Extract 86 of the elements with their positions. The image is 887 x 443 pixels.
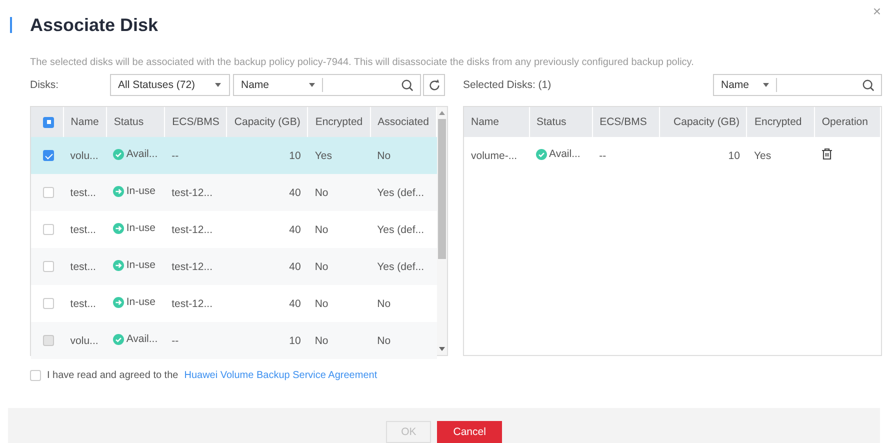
select-all-checkbox[interactable] [43,116,54,128]
disks-label: Disks: [30,79,60,91]
table-cell: 40 [289,224,301,236]
delete-icon[interactable] [821,148,834,160]
row-checkbox[interactable] [43,261,54,272]
selected-disks-label: Selected Disks: (1) [463,79,552,91]
refresh-button[interactable] [423,74,445,96]
status-text: In-use [113,185,156,198]
status-text: In-use [113,259,156,272]
table-cell: No [377,334,391,346]
table-cell: test... [70,298,96,310]
search-field[interactable]: Name [233,74,421,96]
column-header: Operation [822,116,868,128]
check-circle-icon [113,148,124,160]
column-header: ECS/BMS [172,116,220,128]
arrow-circle-icon [113,296,124,308]
arrow-circle-icon [113,186,124,197]
column-header: Status [536,116,566,128]
table-cell: No [377,150,391,162]
table-cell: No [377,298,391,310]
check-circle-icon [536,148,548,160]
table-cell: No [314,298,328,310]
refresh-icon[interactable] [428,78,440,92]
row-checkbox[interactable] [43,187,54,198]
column-header: Associated [378,116,429,128]
search-field[interactable]: Name [713,74,882,96]
column-header: Name [471,116,500,128]
search-icon[interactable] [401,78,414,92]
column-header: ECS/BMS [600,116,647,128]
scroll-up-icon[interactable] [439,111,445,115]
table-cell: volume-... [471,150,518,162]
table-cell: test... [70,260,96,272]
arrow-circle-icon [113,260,124,271]
check-circle-icon [113,334,124,345]
scroll-down-icon[interactable] [439,347,445,351]
status-text: Avail... [113,148,158,160]
description-text: The selected disks will be associated with the backup policy policy-7944. This will disassociate the disks from any previously configured backup policy. [30,57,695,68]
table-cell: 40 [289,298,301,310]
table-cell: No [314,260,328,272]
row-checkbox[interactable] [43,298,54,310]
table-cell: -- [172,150,179,162]
close-button[interactable]: × [868,3,885,19]
table-cell: No [314,334,328,346]
status-text: Avail... [536,148,580,160]
table-cell: volu... [70,150,98,162]
table-cell: Yes [314,150,332,162]
table-cell: volu... [70,334,98,346]
column-header: Capacity (GB) [674,116,740,128]
column-header: Encrypted [754,116,802,128]
agreement-link[interactable]: Huawei Volume Backup Service Agreement [184,370,378,381]
status-text: Avail... [113,333,158,346]
table-cell: test... [70,186,96,198]
table-cell: test... [70,224,96,236]
table-cell: Yes [754,150,772,162]
table-cell: No [314,186,328,198]
table-cell: 10 [289,334,301,346]
column-header: Status [114,116,144,128]
table-cell: Yes (def... [377,224,424,236]
status-dropdown[interactable]: All Statuses (72) [110,74,230,96]
table-cell: 40 [289,186,301,198]
column-header: Encrypted [315,116,363,128]
table-cell: test-12... [172,224,212,236]
agreement-text: I have read and agreed to the [47,370,178,381]
table-cell: test-12... [172,298,212,310]
table-cell: test-12... [172,186,212,198]
table-cell: 40 [289,260,301,272]
dialog-title: Associate Disk [30,14,158,36]
column-header: Capacity (GB) [234,116,300,128]
cancel-button[interactable]: Cancel [437,421,502,443]
search-icon[interactable] [862,78,875,92]
column-header: Name [70,116,99,128]
table-cell: -- [172,334,179,346]
scrollbar[interactable] [437,107,447,355]
table-cell: Yes (def... [377,186,424,198]
arrow-circle-icon [113,222,124,234]
table-cell: 10 [289,150,301,162]
status-text: In-use [113,222,156,234]
status-text: In-use [113,296,156,308]
table-cell: No [314,224,328,236]
table-cell: -- [599,150,606,162]
agreement-checkbox[interactable] [30,370,41,381]
row-checkbox[interactable] [43,150,54,162]
row-checkbox[interactable] [43,224,54,236]
table-cell: Yes (def... [377,260,424,272]
table-cell: 10 [728,150,740,162]
table-cell: test-12... [172,260,212,272]
